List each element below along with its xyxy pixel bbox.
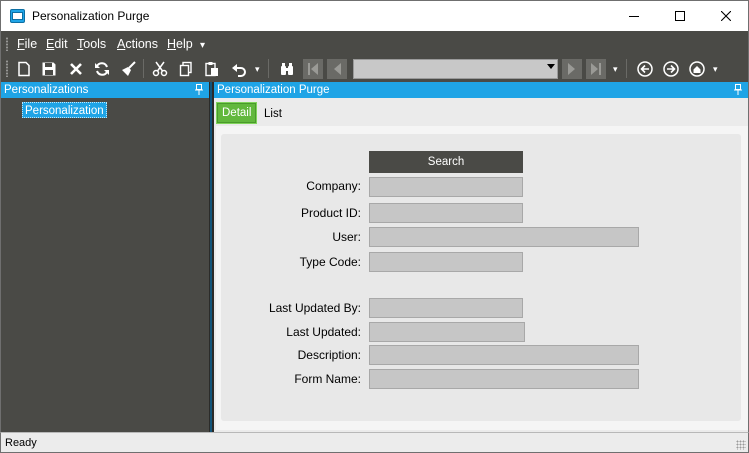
type-code-field[interactable] xyxy=(369,252,523,272)
menu-tools[interactable]: Tools xyxy=(77,37,106,51)
menu-bar: File Edit Tools Actions Help ▾ xyxy=(0,31,749,55)
minimize-button[interactable] xyxy=(611,1,657,31)
tab-list[interactable]: List xyxy=(259,104,287,126)
undo-icon[interactable] xyxy=(228,58,250,80)
toolbar: ▾ ▾ ▾ xyxy=(0,55,749,82)
last-updated-label: Last Updated: xyxy=(286,325,361,339)
maximize-button[interactable] xyxy=(657,1,703,31)
resize-grip-icon[interactable] xyxy=(736,440,746,450)
tree-item-personalization[interactable]: Personalization xyxy=(22,102,107,118)
panel-title: Personalizations xyxy=(4,84,89,96)
last-updated-field[interactable] xyxy=(369,322,525,342)
purge-panel-header: Personalization Purge xyxy=(214,82,748,98)
product-id-label: Product ID: xyxy=(300,206,361,220)
pin-icon[interactable] xyxy=(195,84,203,95)
toolbar-grip-icon[interactable] xyxy=(6,60,8,77)
search-button[interactable]: Search xyxy=(369,151,523,173)
type-code-label: Type Code: xyxy=(299,255,361,269)
copy-icon[interactable] xyxy=(175,58,197,80)
description-field[interactable] xyxy=(369,345,639,365)
app-window-icon xyxy=(10,9,25,23)
company-label: Company: xyxy=(306,179,361,193)
new-icon[interactable] xyxy=(13,58,35,80)
toolbar-separator xyxy=(268,59,269,78)
personalizations-panel: Personalizations Personalization xyxy=(0,82,209,432)
menu-overflow-icon[interactable]: ▾ xyxy=(200,40,205,51)
last-updated-by-label: Last Updated By: xyxy=(268,301,361,315)
user-label: User: xyxy=(332,230,361,244)
tab-detail[interactable]: Detail xyxy=(216,102,258,124)
personalizations-panel-header: Personalizations xyxy=(1,82,209,98)
refresh-icon[interactable] xyxy=(91,58,113,80)
forward-icon[interactable] xyxy=(660,58,682,80)
tab-strip: Detail List xyxy=(214,98,748,126)
previous-record-icon[interactable] xyxy=(327,59,347,79)
form-name-label: Form Name: xyxy=(294,372,361,386)
paste-icon[interactable] xyxy=(201,58,223,80)
close-button[interactable] xyxy=(703,1,749,31)
menu-actions[interactable]: Actions xyxy=(117,37,158,51)
product-id-field[interactable] xyxy=(369,203,523,223)
description-label: Description: xyxy=(297,348,361,362)
pin-icon[interactable] xyxy=(734,84,742,95)
menu-grip-icon[interactable] xyxy=(6,37,8,51)
cut-icon[interactable] xyxy=(149,58,171,80)
status-bar: Ready xyxy=(0,432,749,453)
next-record-icon[interactable] xyxy=(562,59,582,79)
company-field[interactable] xyxy=(369,177,523,197)
toolbar-separator xyxy=(143,59,144,78)
menu-edit[interactable]: Edit xyxy=(46,37,68,51)
user-field[interactable] xyxy=(369,227,639,247)
personalization-purge-panel: Personalization Purge Detail List Search… xyxy=(214,82,749,432)
toolbar-separator xyxy=(626,59,627,78)
form-name-field[interactable] xyxy=(369,369,639,389)
window-title: Personalization Purge xyxy=(32,9,150,23)
search-form: Search Company: Product ID: User: Type C… xyxy=(221,134,741,421)
menu-file[interactable]: File xyxy=(17,37,37,51)
last-record-icon[interactable] xyxy=(586,59,606,79)
delete-icon[interactable] xyxy=(65,58,87,80)
clear-icon[interactable] xyxy=(118,58,140,80)
toolbar-overflow-icon[interactable]: ▾ xyxy=(713,64,718,75)
binoculars-icon[interactable] xyxy=(276,58,298,80)
panel-title: Personalization Purge xyxy=(217,84,330,96)
menu-help[interactable]: Help xyxy=(167,37,193,51)
chevron-down-icon[interactable] xyxy=(547,64,555,69)
detail-content: Search Company: Product ID: User: Type C… xyxy=(216,126,748,430)
title-bar: Personalization Purge xyxy=(0,0,749,31)
last-updated-by-field[interactable] xyxy=(369,298,523,318)
undo-dropdown-icon[interactable]: ▾ xyxy=(255,64,260,75)
first-record-icon[interactable] xyxy=(303,59,323,79)
status-text: Ready xyxy=(5,437,37,449)
record-combo[interactable] xyxy=(353,59,558,79)
back-icon[interactable] xyxy=(634,58,656,80)
home-icon[interactable] xyxy=(686,58,708,80)
navigation-dropdown-icon[interactable]: ▾ xyxy=(613,64,618,75)
save-icon[interactable] xyxy=(38,58,60,80)
